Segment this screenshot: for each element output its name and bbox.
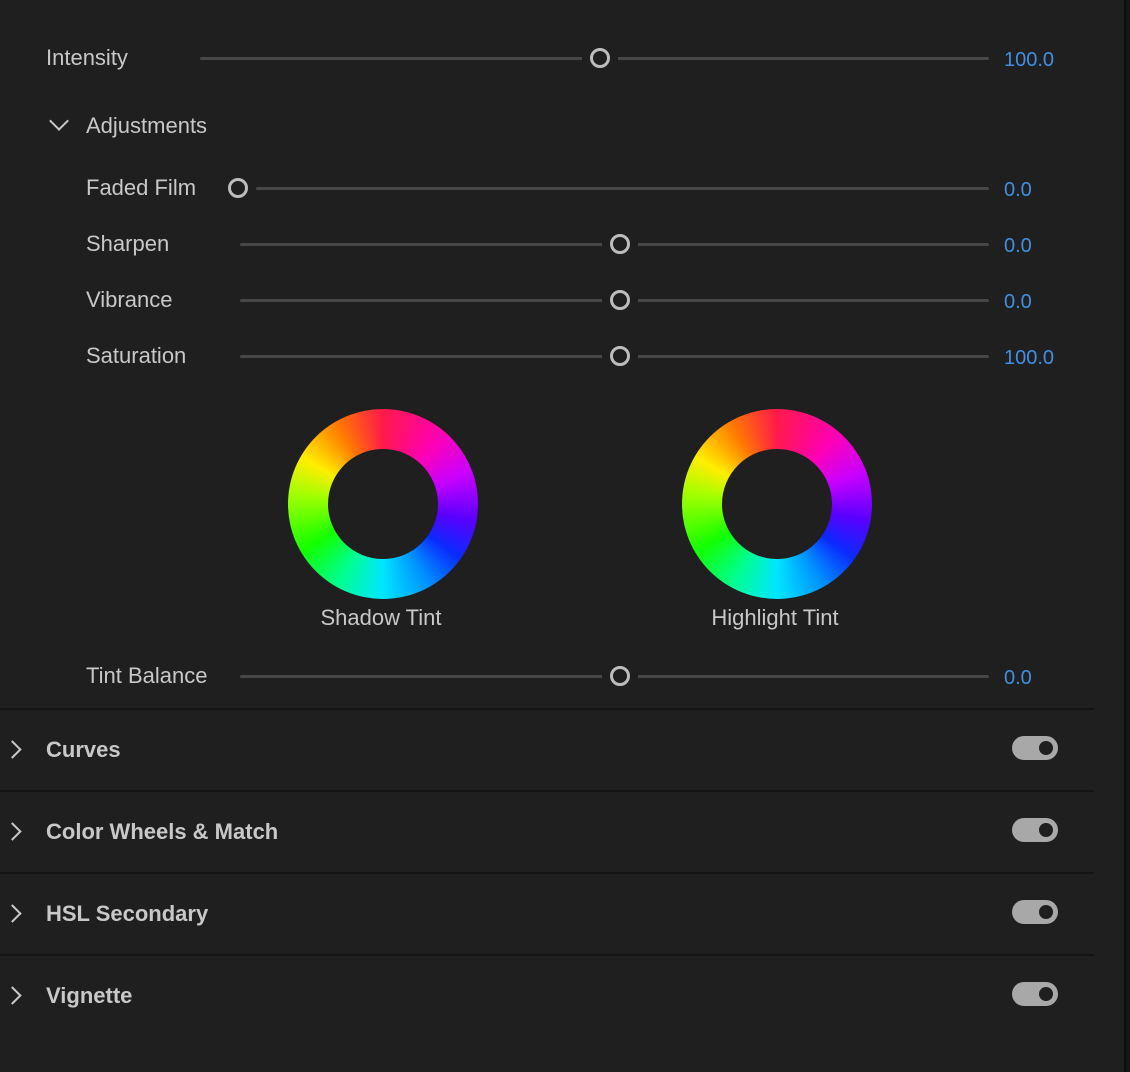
section-hsl-secondary-title: HSL Secondary: [46, 901, 209, 926]
tint-balance-value[interactable]: 0.0: [1004, 668, 1032, 688]
faded-film-slider-track[interactable]: [256, 187, 989, 190]
highlight-tint-label: Highlight Tint: [711, 605, 839, 630]
highlight-tint-wheel[interactable]: [682, 409, 872, 599]
chevron-right-icon: [3, 904, 22, 923]
chevron-down-icon: [49, 111, 69, 131]
saturation-label: Saturation: [86, 343, 187, 368]
section-vignette[interactable]: Vignette: [0, 956, 1094, 1036]
chevron-right-icon: [3, 740, 22, 759]
section-color-wheels-match-title: Color Wheels & Match: [46, 819, 279, 844]
tint-balance-slider-thumb[interactable]: [610, 666, 630, 686]
tint-balance-label: Tint Balance: [86, 663, 208, 688]
vignette-enable-toggle[interactable]: [1012, 982, 1058, 1006]
section-curves-title: Curves: [46, 737, 121, 762]
section-curves[interactable]: Curves: [0, 710, 1094, 790]
vibrance-slider-thumb[interactable]: [610, 290, 630, 310]
sharpen-value[interactable]: 0.0: [1004, 236, 1032, 256]
faded-film-slider-thumb[interactable]: [228, 178, 248, 198]
hsl-secondary-enable-toggle[interactable]: [1012, 900, 1058, 924]
section-color-wheels-match[interactable]: Color Wheels & Match: [0, 792, 1094, 872]
shadow-tint-label: Shadow Tint: [320, 605, 442, 630]
toggle-knob: [1039, 905, 1053, 919]
color-wheels-match-enable-toggle[interactable]: [1012, 818, 1058, 842]
saturation-slider-thumb[interactable]: [610, 346, 630, 366]
faded-film-label: Faded Film: [86, 175, 197, 200]
toggle-knob: [1039, 987, 1053, 1001]
intensity-value[interactable]: 100.0: [1004, 50, 1054, 70]
intensity-label: Intensity: [46, 45, 128, 70]
toggle-knob: [1039, 741, 1053, 755]
panel-edge-line: [1124, 0, 1126, 1072]
sharpen-label: Sharpen: [86, 231, 170, 256]
faded-film-value[interactable]: 0.0: [1004, 180, 1032, 200]
sharpen-slider-thumb[interactable]: [610, 234, 630, 254]
chevron-right-icon: [3, 822, 22, 841]
section-vignette-title: Vignette: [46, 983, 133, 1008]
chevron-right-icon: [3, 986, 22, 1005]
vibrance-label: Vibrance: [86, 287, 173, 312]
curves-enable-toggle[interactable]: [1012, 736, 1058, 760]
intensity-slider-thumb[interactable]: [590, 48, 610, 68]
adjustments-title: Adjustments: [86, 113, 208, 138]
adjustments-header[interactable]: Adjustments: [40, 108, 240, 144]
section-hsl-secondary[interactable]: HSL Secondary: [0, 874, 1094, 954]
shadow-tint-wheel[interactable]: [288, 409, 478, 599]
toggle-knob: [1039, 823, 1053, 837]
vibrance-value[interactable]: 0.0: [1004, 292, 1032, 312]
saturation-value[interactable]: 100.0: [1004, 348, 1054, 368]
